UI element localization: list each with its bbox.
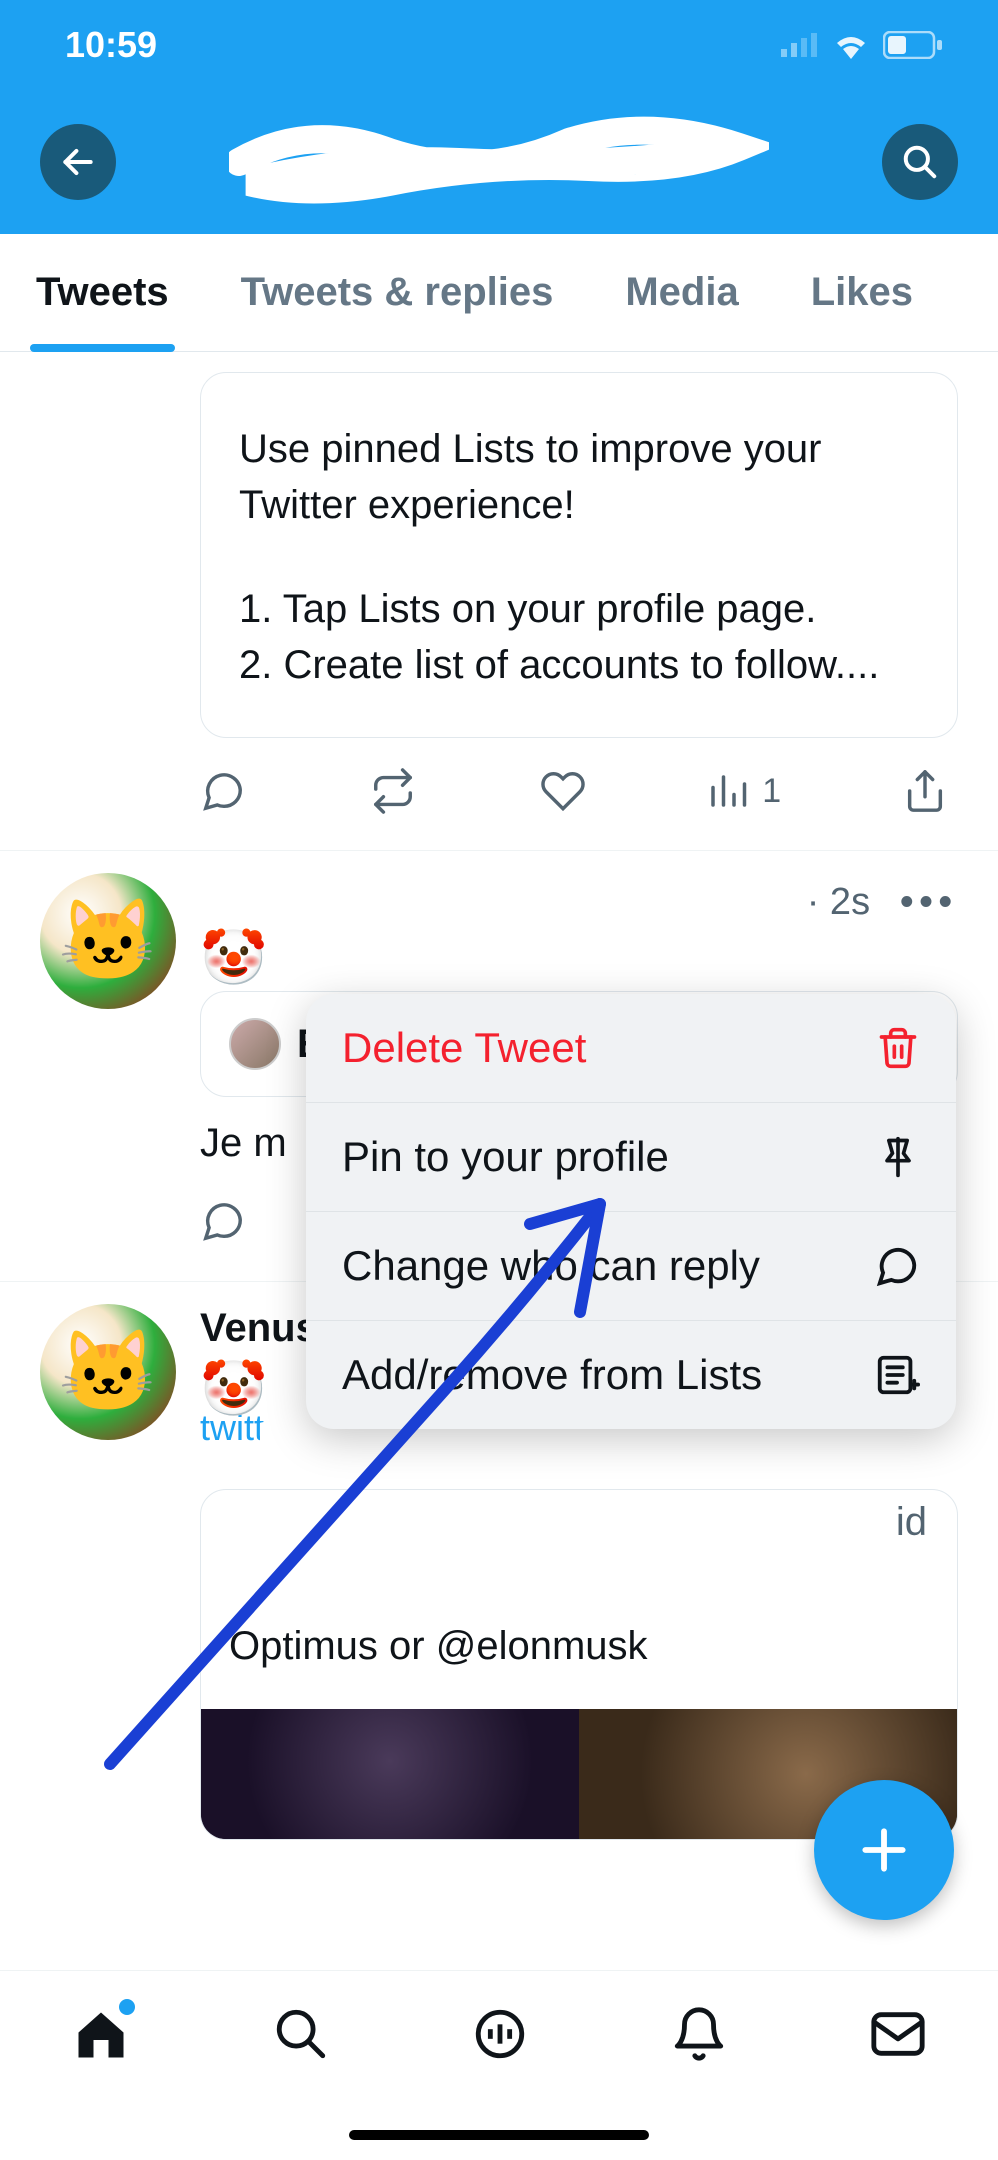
card-line3: 2. Create list of accounts to follow.... (239, 637, 919, 693)
quoted-card[interactable]: id Optimus or @elonmusk (200, 1489, 958, 1840)
redacted-title (136, 117, 862, 207)
quoted-card-text: Optimus or @elonmusk (229, 1624, 648, 1668)
analytics-count: 1 (762, 772, 781, 811)
analytics-button[interactable]: 1 (706, 770, 781, 812)
nav-spaces[interactable] (471, 2005, 529, 2068)
list-add-icon (874, 1352, 920, 1398)
reply-bubble-icon (874, 1243, 920, 1289)
profile-tabs: Tweets Tweets & replies Media Likes (0, 234, 998, 352)
battery-icon (883, 31, 943, 59)
retweet-button[interactable] (367, 768, 419, 814)
bell-icon (670, 2005, 728, 2063)
card-line1: Use pinned Lists to improve your Twitter… (239, 421, 919, 533)
wifi-icon (831, 31, 871, 59)
status-time: 10:59 (65, 24, 157, 66)
nav-search[interactable] (272, 2005, 330, 2068)
home-indicator (349, 2130, 649, 2140)
like-icon (540, 768, 586, 814)
signal-icon (781, 33, 819, 57)
tab-media[interactable]: Media (589, 234, 774, 351)
search-icon (272, 2005, 330, 2063)
nav-notifications[interactable] (670, 2005, 728, 2068)
card-line2: 1. Tap Lists on your profile page. (239, 581, 919, 637)
clown-emoji: 🤡 (200, 1358, 267, 1421)
header (0, 90, 998, 234)
status-bar: 10:59 (0, 0, 998, 90)
back-button[interactable] (40, 124, 116, 200)
home-icon (71, 2005, 131, 2065)
mail-icon (869, 2005, 927, 2063)
menu-pin-profile[interactable]: Pin to your profile (306, 1102, 956, 1211)
compose-fab[interactable] (814, 1780, 954, 1920)
search-icon (901, 143, 939, 181)
clown-emoji: 🤡 (200, 927, 267, 990)
tweet-time: · 2s (807, 881, 870, 924)
reply-icon (200, 768, 246, 814)
like-button[interactable] (540, 768, 586, 814)
nav-messages[interactable] (869, 2005, 927, 2068)
menu-delete-tweet[interactable]: Delete Tweet (306, 994, 956, 1102)
tab-tweets-replies[interactable]: Tweets & replies (205, 234, 590, 351)
avatar[interactable]: 🐱 (40, 873, 176, 1009)
back-arrow-icon (59, 143, 97, 181)
quoted-top-fragment: id (896, 1500, 927, 1545)
search-button[interactable] (882, 124, 958, 200)
pin-icon (876, 1135, 920, 1179)
tab-likes[interactable]: Likes (775, 234, 949, 351)
reply-icon[interactable] (200, 1198, 246, 1244)
quoted-avatar (229, 1018, 281, 1070)
status-icons (781, 31, 943, 59)
retweet-icon (367, 768, 419, 814)
tab-tweets[interactable]: Tweets (0, 234, 205, 351)
notification-dot (119, 1999, 135, 2015)
context-menu: Delete Tweet Pin to your profile Change … (306, 994, 956, 1429)
redacted-username (200, 879, 785, 925)
reply-button[interactable] (200, 768, 246, 814)
tweet-actions-row: 1 (0, 738, 998, 850)
trash-icon (876, 1026, 920, 1070)
menu-change-reply[interactable]: Change who can reply (306, 1211, 956, 1320)
share-icon (902, 768, 948, 814)
avatar[interactable]: 🐱 (40, 1304, 176, 1440)
tweet-more-button[interactable]: ••• (900, 881, 958, 924)
pinned-lists-card[interactable]: Use pinned Lists to improve your Twitter… (200, 372, 958, 738)
menu-add-remove-lists[interactable]: Add/remove from Lists (306, 1320, 956, 1429)
analytics-icon (706, 770, 748, 812)
share-button[interactable] (902, 768, 948, 814)
mic-spaces-icon (471, 2005, 529, 2063)
nav-home[interactable] (71, 2005, 131, 2070)
plus-icon (856, 1822, 912, 1878)
